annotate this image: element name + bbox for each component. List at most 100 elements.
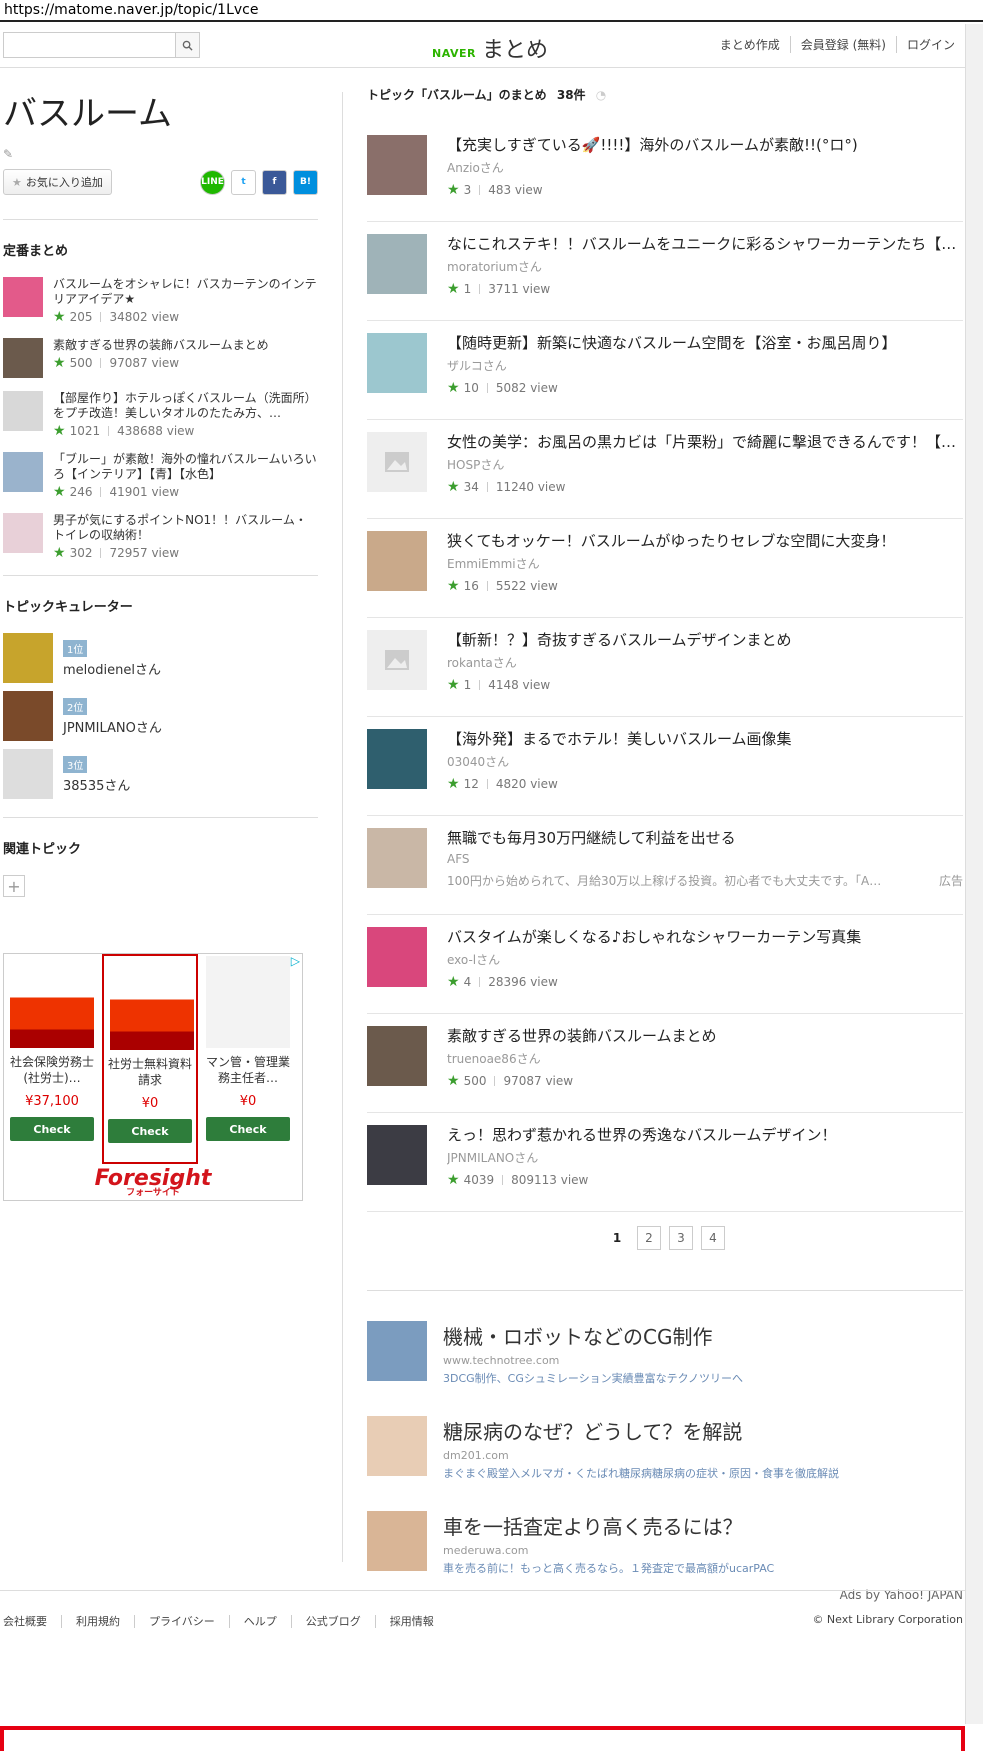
standard-item-title[interactable]: 男子が気にするポイントNO1！！バスルーム・トイレの収納術！	[53, 513, 318, 543]
ad-check-button[interactable]: Check	[10, 1117, 94, 1141]
yahoo-ad-title[interactable]: 車を一括査定より高く売るには？	[443, 1511, 774, 1540]
add-favorite-button[interactable]: ★ お気に入り追加	[3, 169, 112, 195]
topic-item-title[interactable]: 素敵すぎる世界の装飾バスルームまとめ	[447, 1026, 963, 1046]
topic-thumbnail[interactable]	[367, 234, 427, 294]
standard-item[interactable]: バスルームをオシャレに！バスカーテンのインテリアアイデア★ ★ 205 34802 v…	[3, 277, 318, 325]
topic-item-title[interactable]: なにこれステキ！！バスルームをユニークに彩るシャワーカーテンたち【…	[447, 234, 963, 254]
foresight-ad[interactable]: ▷ 社会保険労務士(社労士)… ¥37,100 Check 社労士無料資料請求 ¥0 Ch…	[3, 953, 303, 1201]
topic-item[interactable]: えっ！思わず惹かれる世界の秀逸なバスルームデザイン！ JPNMILANOさん ★ 40…	[367, 1113, 963, 1212]
yahoo-ad-thumbnail[interactable]	[367, 1416, 427, 1476]
yahoo-ad-title[interactable]: 糖尿病のなぜ？どうして？を解説	[443, 1416, 839, 1445]
standard-thumbnail[interactable]	[3, 391, 43, 431]
topic-item-title[interactable]: 【海外発】まるでホテル！美しいバスルーム画像集	[447, 729, 963, 749]
standard-item-title[interactable]: 【部屋作り】ホテルっぽくバスルーム（洗面所）をプチ改造！美しいタオルのたたみ方、…	[53, 391, 318, 421]
ad-check-button[interactable]: Check	[108, 1119, 192, 1143]
ad-product[interactable]: 社労士無料資料請求 ¥0 Check	[102, 954, 198, 1164]
topic-item[interactable]: 【随時更新】新築に快適なバスルーム空間を【浴室・お風呂周り】 ザルコさん ★ 10 50…	[367, 321, 963, 420]
standard-item-title[interactable]: 「ブルー」が素敵！海外の憧れバスルームいろいろ【インテリア】【青】【水色】	[53, 452, 318, 482]
standard-thumbnail[interactable]	[3, 338, 43, 378]
rss-icon[interactable]: ◔	[596, 88, 606, 102]
register-link[interactable]: 会員登録 (無料)	[789, 36, 896, 53]
yahoo-ad-item[interactable]: 糖尿病のなぜ？どうして？を解説 dm201.com まぐまぐ殿堂入メルマガ・くたばれ…	[367, 1416, 963, 1481]
scrollbar[interactable]	[965, 24, 983, 1724]
topic-thumbnail[interactable]	[367, 432, 427, 492]
yahoo-ad-url[interactable]: www.technotree.com	[443, 1354, 743, 1367]
topic-thumbnail[interactable]	[367, 531, 427, 591]
topic-thumbnail[interactable]	[367, 135, 427, 195]
ad-product[interactable]: 社会保険労務士(社労士)… ¥37,100 Check	[4, 954, 100, 1164]
yahoo-ad-url[interactable]: dm201.com	[443, 1449, 839, 1462]
edit-pencil-icon[interactable]: ✎	[3, 147, 318, 161]
create-matome-link[interactable]: まとめ作成	[710, 36, 790, 53]
twitter-share-icon[interactable]: t	[231, 169, 256, 195]
topic-item-title[interactable]: 【随時更新】新築に快適なバスルーム空間を【浴室・お風呂周り】	[447, 333, 963, 353]
standard-item[interactable]: 【部屋作り】ホテルっぽくバスルーム（洗面所）をプチ改造！美しいタオルのたたみ方、…	[3, 391, 318, 439]
topic-item[interactable]: 狭くてもオッケー！バスルームがゆったりセレブな空間に大変身！ EmmiEmmiさん…	[367, 519, 963, 618]
ad-check-button[interactable]: Check	[206, 1117, 290, 1141]
topic-item-author[interactable]: exo-lさん	[447, 951, 963, 968]
standard-item-title[interactable]: バスルームをオシャレに！バスカーテンのインテリアアイデア★	[53, 277, 318, 307]
login-link[interactable]: ログイン	[895, 36, 965, 53]
avatar[interactable]	[3, 691, 53, 741]
topic-item-title[interactable]: 【充実しすぎている🚀!!!!】海外のバスルームが素敵!!(°ロ°)	[447, 135, 963, 155]
site-logo[interactable]: NAVER まとめ	[432, 32, 548, 64]
footer-link[interactable]: ヘルプ	[228, 1615, 291, 1628]
page-3[interactable]: 3	[669, 1226, 693, 1250]
topic-item[interactable]: 素敵すぎる世界の装飾バスルームまとめ truenoae86さん ★ 500 97087 …	[367, 1014, 963, 1113]
search-button[interactable]	[175, 33, 199, 57]
topic-item-author[interactable]: EmmiEmmiさん	[447, 555, 963, 572]
yahoo-ad-thumbnail[interactable]	[367, 1321, 427, 1381]
ad-product[interactable]: マン管・管理業務主任者… ¥0 Check	[200, 954, 296, 1164]
topic-item-author[interactable]: JPNMILANOさん	[447, 1149, 963, 1166]
curator-name[interactable]: melodienelさん	[63, 659, 161, 678]
topic-item-title[interactable]: 狭くてもオッケー！バスルームがゆったりセレブな空間に大変身！	[447, 531, 963, 551]
browser-url-bar[interactable]: https://matome.naver.jp/topic/1Lvce	[0, 0, 983, 22]
avatar[interactable]	[3, 633, 53, 683]
topic-item-author[interactable]: moratoriumさん	[447, 258, 963, 275]
topic-thumbnail[interactable]	[367, 630, 427, 690]
topic-item[interactable]: バスタイムが楽しくなる♪おしゃれなシャワーカーテン写真集 exo-lさん ★ 4 283…	[367, 915, 963, 1014]
footer-link[interactable]: 利用規約	[61, 1615, 134, 1628]
topic-item-title[interactable]: 【斬新！？】奇抜すぎるバスルームデザインまとめ	[447, 630, 963, 650]
yahoo-ad-item[interactable]: 車を一括査定より高く売るには？ mederuwa.com 車を売る前に！もっと高く売…	[367, 1511, 963, 1576]
yahoo-ad-title[interactable]: 機械・ロボットなどのCG制作	[443, 1321, 743, 1350]
topic-item-author[interactable]: ザルコさん	[447, 357, 963, 374]
avatar[interactable]	[3, 749, 53, 799]
topic-item-author[interactable]: rokantaさん	[447, 654, 963, 671]
topic-item-author[interactable]: HOSPさん	[447, 456, 963, 473]
topic-item-title[interactable]: バスタイムが楽しくなる♪おしゃれなシャワーカーテン写真集	[447, 927, 963, 947]
hatena-share-icon[interactable]: B!	[293, 169, 318, 195]
topic-item[interactable]: 【充実しすぎている🚀!!!!】海外のバスルームが素敵!!(°ロ°) Anzioさん…	[367, 123, 963, 222]
standard-item[interactable]: 「ブルー」が素敵！海外の憧れバスルームいろいろ【インテリア】【青】【水色】 ★ 24…	[3, 452, 318, 500]
footer-link[interactable]: 公式ブログ	[290, 1615, 375, 1628]
topic-thumbnail[interactable]	[367, 927, 427, 987]
curator-item[interactable]: 1位 melodienelさん	[3, 633, 318, 683]
topic-item[interactable]: 【斬新！？】奇抜すぎるバスルームデザインまとめ rokantaさん ★ 1 4148 v…	[367, 618, 963, 717]
yahoo-ad-thumbnail[interactable]	[367, 1511, 427, 1571]
add-related-button[interactable]: +	[3, 875, 25, 897]
topic-item[interactable]: 【海外発】まるでホテル！美しいバスルーム画像集 03040さん ★ 12 4820 vi…	[367, 717, 963, 816]
yahoo-ad-item[interactable]: 機械・ロボットなどのCG制作 www.technotree.com 3DCG制作、C…	[367, 1321, 963, 1386]
footer-link[interactable]: 採用情報	[374, 1615, 448, 1628]
footer-link[interactable]: 会社概要	[3, 1615, 61, 1628]
standard-item-title[interactable]: 素敵すぎる世界の装飾バスルームまとめ	[53, 338, 269, 353]
standard-thumbnail[interactable]	[3, 452, 43, 492]
curator-name[interactable]: 38535さん	[63, 775, 130, 794]
standard-item[interactable]: 男子が気にするポイントNO1！！バスルーム・トイレの収納術！ ★ 302 72957 …	[3, 513, 318, 561]
topic-item[interactable]: なにこれステキ！！バスルームをユニークに彩るシャワーカーテンたち【… morato…	[367, 222, 963, 321]
ad-item-title[interactable]: 無職でも毎月30万円継続して利益を出せる	[447, 828, 963, 848]
standard-thumbnail[interactable]	[3, 277, 43, 317]
topic-item[interactable]: 女性の美学：お風呂の黒カビは「片栗粉」で綺麗に撃退できるんです！【… HOSPさん…	[367, 420, 963, 519]
search-input[interactable]	[4, 33, 175, 57]
curator-item[interactable]: 2位 JPNMILANOさん	[3, 691, 318, 741]
ad-item[interactable]: 無職でも毎月30万円継続して利益を出せる AFS 100円から始められて、月給3…	[367, 816, 963, 915]
standard-thumbnail[interactable]	[3, 513, 43, 553]
footer-link[interactable]: プライバシー	[134, 1615, 229, 1628]
yahoo-ad-url[interactable]: mederuwa.com	[443, 1544, 774, 1557]
topic-item-author[interactable]: Anzioさん	[447, 159, 963, 176]
topic-thumbnail[interactable]	[367, 729, 427, 789]
page-2[interactable]: 2	[637, 1226, 661, 1250]
curator-item[interactable]: 3位 38535さん	[3, 749, 318, 799]
standard-item[interactable]: 素敵すぎる世界の装飾バスルームまとめ ★ 500 97087 view	[3, 338, 318, 378]
topic-item-title[interactable]: えっ！思わず惹かれる世界の秀逸なバスルームデザイン！	[447, 1125, 963, 1145]
